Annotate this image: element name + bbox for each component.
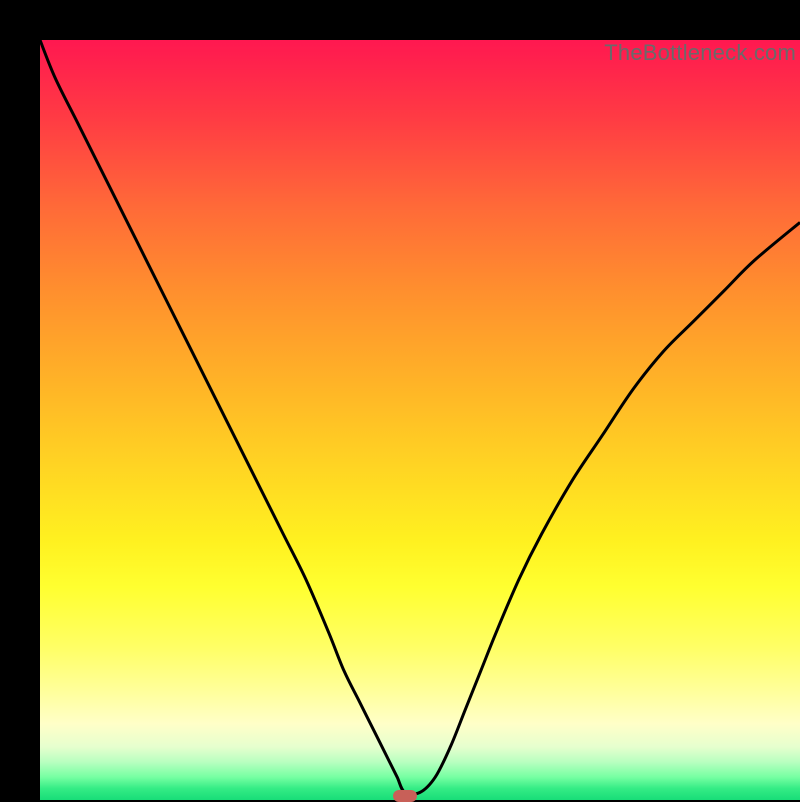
watermark-label: TheBottleneck.com xyxy=(604,40,796,66)
optimum-marker xyxy=(393,790,417,802)
plot-area: TheBottleneck.com xyxy=(40,40,800,800)
bottleneck-curve xyxy=(40,40,800,800)
chart-frame: TheBottleneck.com xyxy=(0,0,800,800)
curve-path xyxy=(40,40,800,794)
